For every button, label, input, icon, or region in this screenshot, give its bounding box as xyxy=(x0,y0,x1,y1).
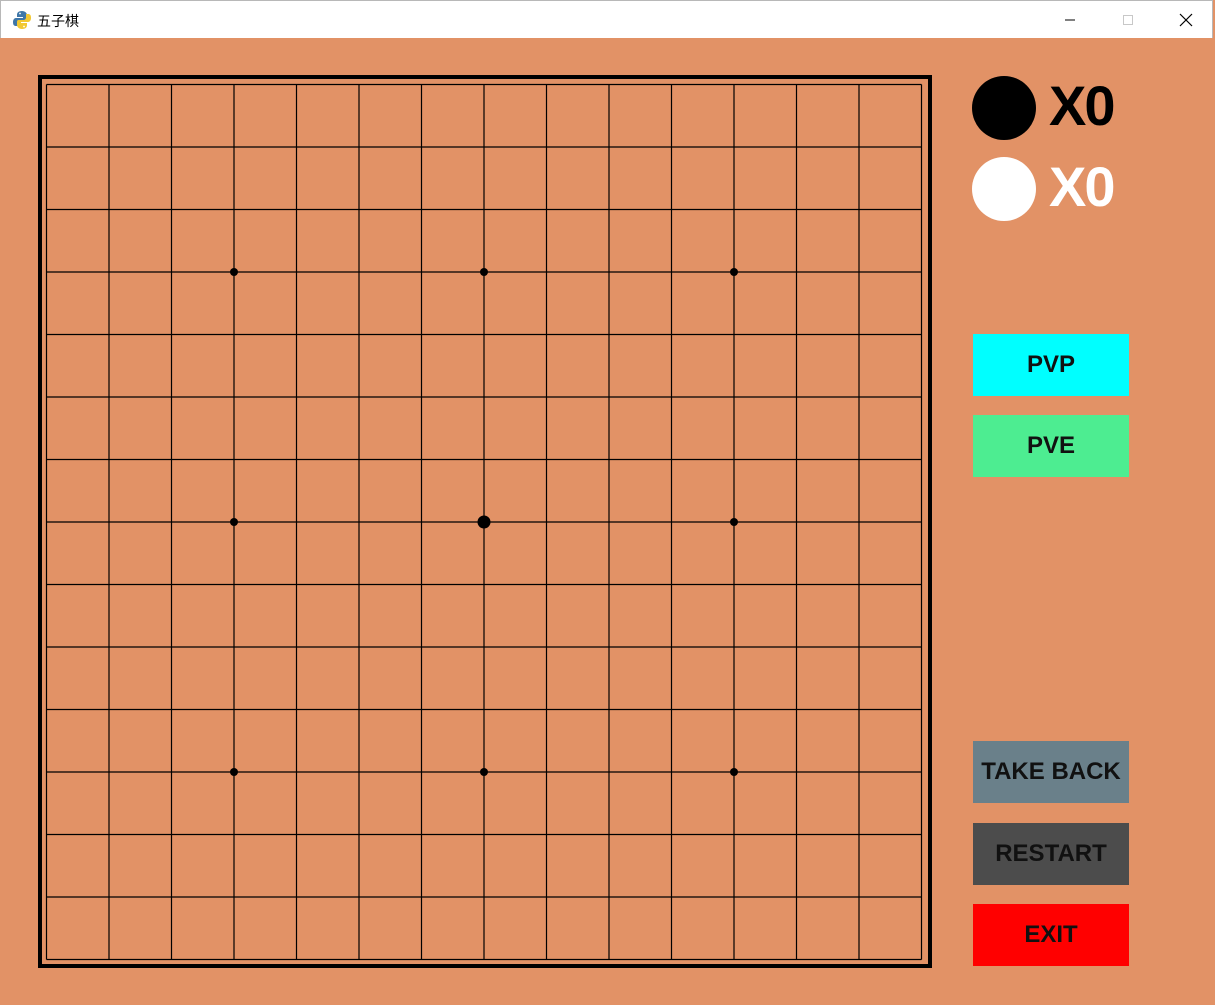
window-title: 五子棋 xyxy=(37,14,79,30)
take-back-button[interactable]: TAKE BACK xyxy=(973,741,1129,803)
black-stone-counter: X0 xyxy=(972,74,1172,142)
exit-button[interactable]: EXIT xyxy=(973,904,1129,966)
gomoku-board[interactable] xyxy=(1,38,941,1004)
restart-button[interactable]: RESTART xyxy=(973,823,1129,885)
star-point xyxy=(230,268,238,276)
star-point xyxy=(480,268,488,276)
pvp-button[interactable]: PVP xyxy=(973,334,1129,396)
python-icon xyxy=(13,11,31,29)
black-stone-icon xyxy=(972,76,1036,140)
game-area: X0 X0 PVP PVE TAKE BACK RESTART EXIT xyxy=(1,38,1213,1004)
window-titlebar: 五子棋 xyxy=(0,0,1213,38)
star-point xyxy=(730,518,738,526)
star-point xyxy=(230,518,238,526)
white-count: X0 xyxy=(1049,155,1115,218)
black-count: X0 xyxy=(1049,74,1115,137)
maximize-button[interactable] xyxy=(1099,1,1157,39)
minimize-icon xyxy=(1065,19,1075,21)
maximize-icon xyxy=(1123,15,1133,25)
minimize-button[interactable] xyxy=(1041,1,1099,39)
close-icon xyxy=(1179,13,1193,27)
close-button[interactable] xyxy=(1157,1,1215,39)
star-point xyxy=(480,768,488,776)
center-star-point xyxy=(477,515,491,529)
white-stone-icon xyxy=(972,157,1036,221)
pve-button[interactable]: PVE xyxy=(973,415,1129,477)
star-point xyxy=(730,268,738,276)
star-point xyxy=(230,768,238,776)
star-point xyxy=(730,768,738,776)
white-stone-counter: X0 xyxy=(972,155,1172,223)
